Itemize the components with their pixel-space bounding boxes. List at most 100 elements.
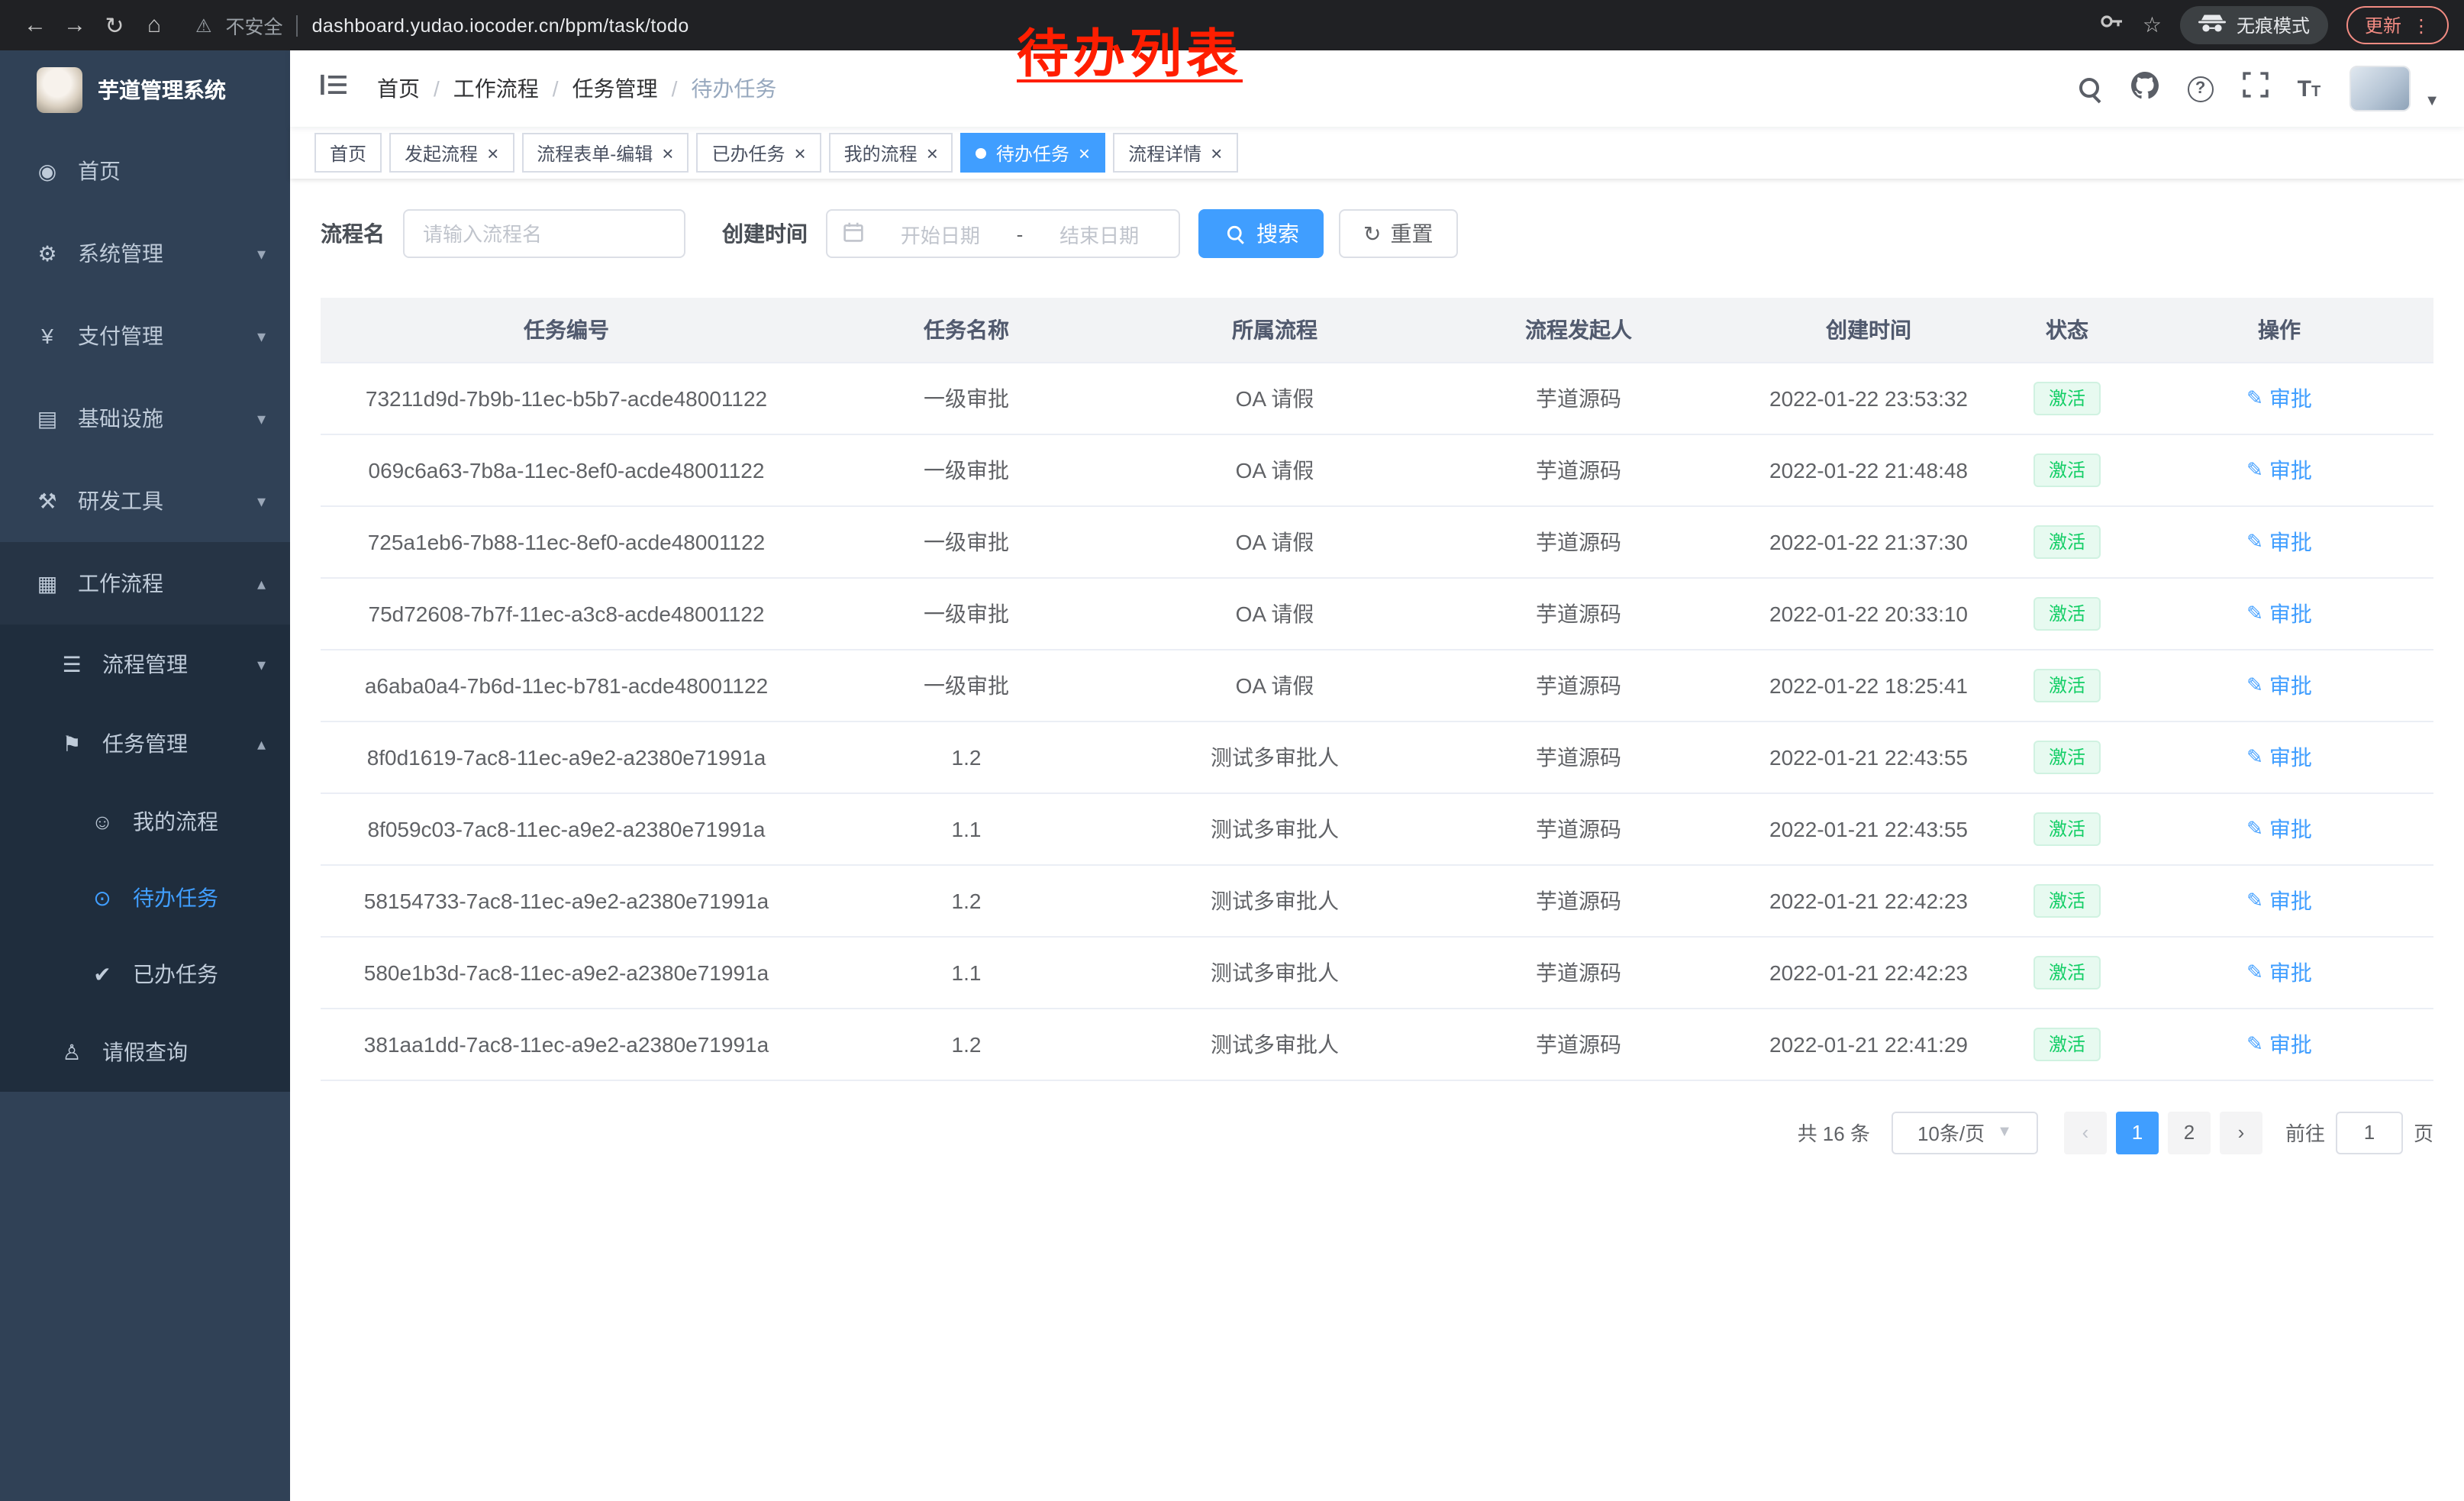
table-row: 725a1eb6-7b88-11ec-8ef0-acde48001122一级审批… [321,505,2433,577]
approve-button[interactable]: ✎审批 [2246,813,2312,844]
goto-page: 前往 页 [2285,1111,2433,1154]
close-icon[interactable]: × [1211,143,1222,163]
prev-page-button[interactable]: ‹ [2064,1111,2107,1154]
cell-action: ✎审批 [2125,434,2433,505]
browser-menu-icon[interactable]: ⋮ [2412,15,2430,36]
approve-button[interactable]: ✎审批 [2246,885,2312,915]
column-header: 状态 [2009,298,2125,362]
sidebar-item-infrastructure[interactable]: ▤基础设施▾ [0,377,290,460]
address-bar[interactable]: ⚠ 不安全 dashboard.yudao.iocoder.cn/bpm/tas… [195,11,689,40]
page-button-1[interactable]: 1 [2116,1111,2159,1154]
infrastructure-icon: ▤ [34,405,61,431]
approve-button[interactable]: ✎审批 [2246,957,2312,987]
edit-icon: ✎ [2246,601,2263,625]
close-icon[interactable]: × [1079,143,1090,163]
breadcrumb-item[interactable]: 工作流程 [453,73,539,104]
sidebar-item-my-process[interactable]: ☺我的流程 [0,783,290,860]
sidebar-item-done-tasks[interactable]: ✔已办任务 [0,936,290,1012]
sidebar-item-payment[interactable]: ¥支付管理▾ [0,295,290,377]
approve-button[interactable]: ✎审批 [2246,670,2312,700]
tab-home[interactable]: 首页 [314,133,382,173]
cell-process: OA 请假 [1121,577,1429,649]
todo-eye-icon: ⊙ [89,885,116,911]
breadcrumb-separator: / [434,76,440,101]
edit-icon: ✎ [2246,457,2263,482]
sidebar-item-label: 研发工具 [78,486,163,516]
cell-process: OA 请假 [1121,505,1429,577]
sidebar-item-process-mgmt[interactable]: ☰流程管理▾ [0,625,290,704]
chevron-down-icon: ▾ [257,654,266,674]
table-body: 73211d9d-7b9b-11ec-b5b7-acde48001122一级审批… [321,362,2433,1080]
tab-my-process[interactable]: 我的流程× [829,133,953,173]
home-icon[interactable]: ⌂ [134,12,174,38]
sidebar-item-task-mgmt[interactable]: ⚑任务管理▴ [0,704,290,783]
search-icon[interactable] [2078,76,2102,101]
approve-button[interactable]: ✎审批 [2246,1028,2312,1059]
date-separator: - [1017,222,1024,245]
sidebar-item-system[interactable]: ⚙系统管理▾ [0,212,290,295]
sidebar-item-home[interactable]: ◉首页 [0,130,290,212]
bookmark-star-icon[interactable]: ☆ [2143,12,2162,38]
status-badge: 激活 [2033,1027,2101,1060]
breadcrumb-item[interactable]: 首页 [377,73,420,104]
tag-tabs-bar: 首页发起流程×流程表单-编辑×已办任务×我的流程×待办任务×流程详情× [290,127,2464,179]
cell-task-name: 1.2 [812,1008,1121,1080]
page-size-value: 10条/页 [1917,1118,1985,1147]
sidebar-item-todo-tasks[interactable]: ⊙待办任务 [0,860,290,936]
key-icon[interactable] [2100,9,2124,41]
app-title: 芋道管理系统 [98,75,226,105]
sidebar-item-workflow[interactable]: ▦工作流程▴ [0,542,290,625]
avatar[interactable] [2350,66,2411,111]
tab-start-process[interactable]: 发起流程× [389,133,514,173]
approve-button[interactable]: ✎审批 [2246,454,2312,485]
sidebar-item-label: 请假查询 [102,1037,188,1067]
close-icon[interactable]: × [927,143,938,163]
edit-icon: ✎ [2246,386,2263,410]
tab-done-tasks[interactable]: 已办任务× [696,133,821,173]
browser-update-button[interactable]: 更新 ⋮ [2346,6,2449,44]
cell-process: OA 请假 [1121,362,1429,434]
close-icon[interactable]: × [487,143,498,163]
date-range-picker[interactable]: 开始日期 - 结束日期 [826,209,1180,258]
breadcrumb-item[interactable]: 任务管理 [572,73,658,104]
tab-form-edit[interactable]: 流程表单-编辑× [521,133,689,173]
back-icon[interactable]: ← [15,12,55,38]
table-row: 8f0d1619-7ac8-11ec-a9e2-a2380e71991a1.2测… [321,721,2433,792]
process-name-input[interactable] [403,209,685,258]
next-page-button[interactable]: › [2220,1111,2262,1154]
reset-button[interactable]: ↻ 重置 [1339,209,1457,258]
cell-action: ✎审批 [2125,792,2433,864]
approve-button[interactable]: ✎审批 [2246,526,2312,557]
chevron-up-icon: ▴ [257,573,266,593]
close-icon[interactable]: × [662,143,673,163]
approve-button[interactable]: ✎审批 [2246,598,2312,628]
help-icon[interactable]: ? [2188,76,2214,102]
close-icon[interactable]: × [794,143,805,163]
forward-icon[interactable]: → [55,12,95,38]
approve-button[interactable]: ✎审批 [2246,383,2312,413]
fullscreen-icon[interactable] [2243,72,2269,105]
search-button[interactable]: 搜索 [1198,209,1324,258]
sidebar-item-leave-query[interactable]: ♙请假查询 [0,1012,290,1092]
page-size-select[interactable]: 10条/页 ▼ [1892,1111,2038,1154]
github-icon[interactable] [2131,71,2159,106]
cell-initiator: 芋道源码 [1429,505,1728,577]
sidebar-item-dev-tools[interactable]: ⚒研发工具▾ [0,460,290,542]
reload-icon[interactable]: ↻ [95,11,134,39]
sidebar-item-label: 支付管理 [78,321,163,351]
chevron-down-icon: ▾ [257,491,266,511]
sidebar-toggle[interactable] [314,73,353,104]
sidebar-menu: ◉首页⚙系统管理▾¥支付管理▾▤基础设施▾⚒研发工具▾▦工作流程▴☰流程管理▾⚑… [0,130,290,1092]
page-button-2[interactable]: 2 [2168,1111,2211,1154]
chevron-down-icon: ▼ [2424,92,2440,109]
goto-page-input[interactable] [2336,1111,2403,1154]
tab-process-detail[interactable]: 流程详情× [1113,133,1237,173]
approve-button[interactable]: ✎审批 [2246,741,2312,772]
tab-todo-tasks[interactable]: 待办任务× [961,133,1105,173]
breadcrumb-separator: / [553,76,559,101]
cell-process: 测试多审批人 [1121,936,1429,1008]
tab-label: 首页 [330,140,366,166]
cell-task-name: 1.1 [812,936,1121,1008]
text-size-icon[interactable]: TT [2298,76,2321,102]
cell-process: 测试多审批人 [1121,1008,1429,1080]
